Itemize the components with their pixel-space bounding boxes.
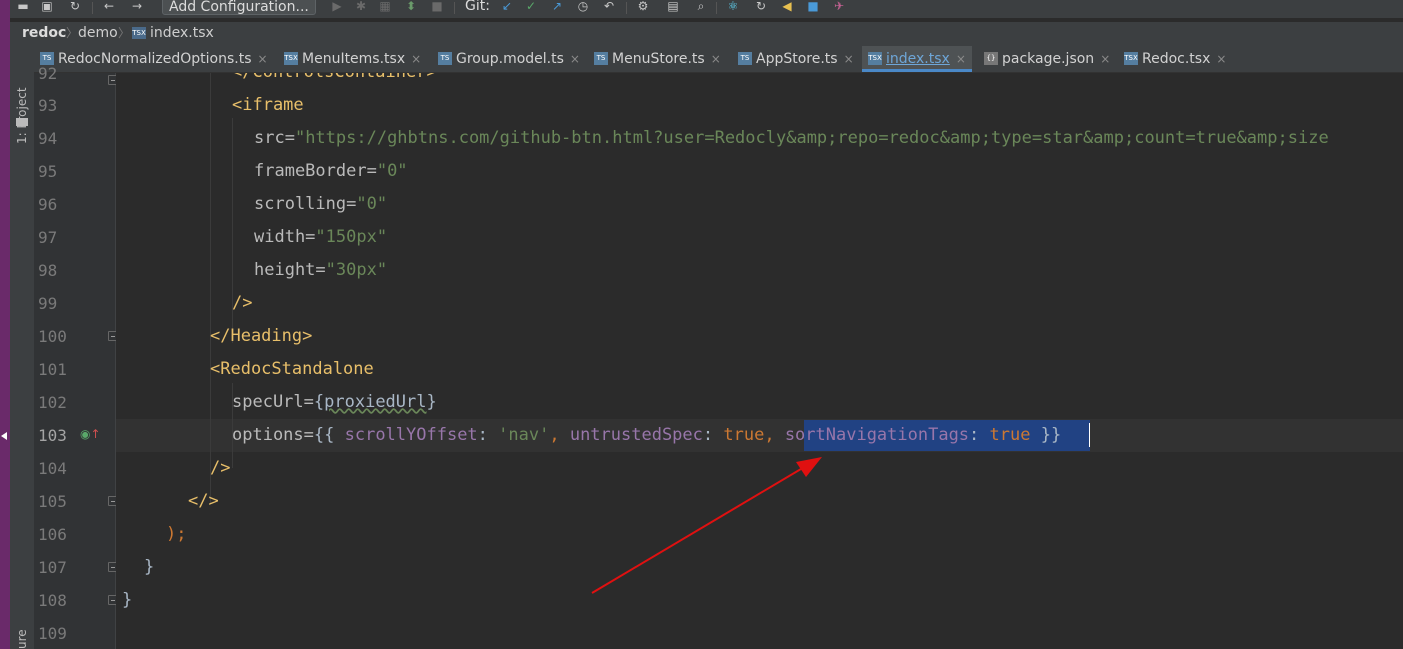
close-icon[interactable]: × [711, 52, 721, 66]
tab-menu-items[interactable]: TSX MenuItems.tsx × [284, 46, 421, 72]
line-number: 93 [38, 96, 58, 115]
stop-icon[interactable]: ■ [430, 0, 444, 14]
line-number: 107 [38, 558, 67, 577]
close-icon[interactable]: × [956, 52, 966, 66]
line-number: 102 [38, 393, 67, 412]
ts-file-icon: TS [594, 51, 608, 65]
git-push-icon[interactable]: ↗ [550, 0, 564, 14]
sync-icon[interactable]: ↻ [68, 0, 82, 14]
run-icon[interactable]: ▶ [330, 0, 344, 14]
line-number: 101 [38, 360, 67, 379]
tab-label: MenuItems.tsx [302, 51, 406, 67]
arrow-head [796, 457, 822, 477]
add-configuration-button[interactable]: Add Configuration... [162, 0, 316, 15]
react-icon[interactable]: ⚛ [726, 0, 740, 14]
tab-label: index.tsx [886, 51, 950, 67]
vcs-change-marker-icon[interactable]: ◉↑ [80, 427, 101, 441]
search-icon[interactable]: ⌕ [694, 0, 708, 14]
close-icon[interactable]: × [258, 52, 268, 66]
tab-label: AppStore.ts [756, 51, 838, 67]
line-number: 99 [38, 294, 58, 313]
forward-icon[interactable]: → [130, 0, 144, 14]
ts-file-icon: TS [738, 51, 752, 65]
save-icon[interactable]: ▣ [40, 0, 54, 14]
breadcrumb-folder[interactable]: demo [78, 22, 118, 44]
line-number: 95 [38, 162, 58, 181]
tab-app-store[interactable]: TS AppStore.ts × [738, 46, 854, 72]
git-label: Git: [465, 0, 490, 14]
breadcrumb-file[interactable]: index.tsx [150, 22, 214, 44]
line-number: 94 [38, 129, 58, 148]
tsx-file-icon: TSX [1124, 51, 1138, 65]
chevron-right-icon: 〉 [66, 26, 79, 40]
git-commit-icon[interactable]: ✓ [524, 0, 538, 14]
toolbar-separator [454, 2, 455, 14]
debug-icon[interactable]: ✱ [354, 0, 368, 14]
history-icon[interactable]: ◷ [576, 0, 590, 14]
line-number: 96 [38, 195, 58, 214]
line-number: 103 [38, 426, 67, 445]
close-icon[interactable]: × [411, 52, 421, 66]
tab-label: Redoc.tsx [1142, 51, 1211, 67]
line-number: 97 [38, 228, 58, 247]
code-editor[interactable]: </ControlsContainer> <iframe src="https:… [116, 73, 1403, 649]
desktop-dock-strip [0, 0, 10, 649]
tab-index[interactable]: TSX index.tsx × [862, 46, 972, 72]
line-number: 98 [38, 261, 58, 280]
tab-label: Group.model.ts [456, 51, 564, 67]
tab-label: MenuStore.ts [612, 51, 705, 67]
bookmark-icon[interactable]: ◀ [780, 0, 794, 14]
toolbar-separator [92, 2, 93, 14]
settings-icon[interactable]: ⚙ [636, 0, 650, 14]
line-number: 108 [38, 591, 67, 610]
close-icon[interactable]: × [1216, 52, 1226, 66]
annotation-arrow [591, 457, 822, 594]
main-toolbar: ▬ ▣ ↻ ← → Add Configuration... ▶ ✱ ▦ ⬍ ■… [10, 0, 1403, 18]
line-number: 105 [38, 492, 67, 511]
tsx-file-icon: TSX [132, 27, 146, 39]
line-number: 92 [38, 64, 58, 83]
plugin-icon[interactable]: ✈ [832, 0, 846, 14]
tab-redoc-normalized-options[interactable]: TS RedocNormalizedOptions.ts × [40, 46, 268, 72]
close-icon[interactable]: × [1100, 52, 1110, 66]
close-icon[interactable]: × [844, 52, 854, 66]
dock-indicator-icon [1, 432, 7, 440]
tsx-file-icon: TSX [284, 51, 298, 65]
breadcrumb-root[interactable]: redoc [22, 22, 66, 44]
arrow-shaft [591, 465, 807, 594]
project-tool-tab[interactable]: 1: Project [14, 54, 30, 144]
rollback-icon[interactable]: ↶ [602, 0, 616, 14]
tab-label: RedocNormalizedOptions.ts [58, 51, 252, 67]
terminal-icon[interactable]: ▤ [666, 0, 680, 14]
tsx-file-icon: TSX [868, 51, 882, 65]
structure-tool-tab[interactable]: ure [14, 615, 30, 649]
tab-redoc[interactable]: TSX Redoc.tsx × [1124, 46, 1226, 72]
toolbar-separator [626, 2, 627, 14]
breadcrumb: redoc 〉 demo 〉 TSX index.tsx [10, 22, 1403, 46]
folder-icon [16, 118, 28, 126]
line-number: 106 [38, 525, 67, 544]
open-folder-icon[interactable]: ▬ [16, 0, 30, 14]
refresh-icon[interactable]: ↻ [754, 0, 768, 14]
coverage-icon[interactable]: ▦ [378, 0, 392, 14]
json-file-icon: {} [984, 51, 998, 65]
editor-tab-bar: TS RedocNormalizedOptions.ts × TSX MenuItem… [34, 46, 1403, 73]
profiler-icon[interactable]: ⬍ [404, 0, 418, 14]
ts-file-icon: TS [438, 51, 452, 65]
git-update-icon[interactable]: ↙ [500, 0, 514, 14]
back-icon[interactable]: ← [102, 0, 116, 14]
close-icon[interactable]: × [570, 52, 580, 66]
tab-menu-store[interactable]: TS MenuStore.ts × [594, 46, 721, 72]
line-number: 104 [38, 459, 67, 478]
folder-icon[interactable]: ■ [806, 0, 820, 14]
line-number: 109 [38, 624, 67, 643]
chevron-right-icon: 〉 [118, 26, 131, 40]
line-number: 100 [38, 327, 67, 346]
tab-label: package.json [1002, 51, 1095, 67]
left-tool-strip: 1: Project ure [10, 46, 35, 649]
tab-group-model[interactable]: TS Group.model.ts × [438, 46, 580, 72]
toolbar-separator [716, 2, 717, 14]
tab-package-json[interactable]: {} package.json × [984, 46, 1110, 72]
